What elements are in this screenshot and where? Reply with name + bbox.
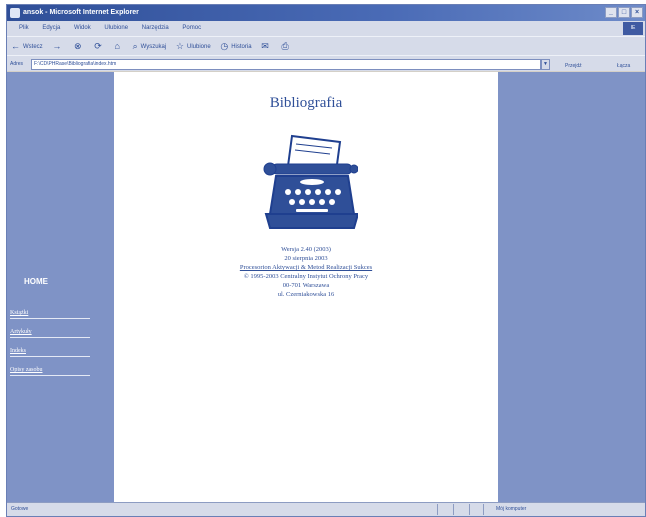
status-bar: Gotowe Mój komputer	[7, 502, 645, 516]
stop-icon: ⊗	[74, 41, 82, 51]
ie-throbber-icon: IE	[623, 22, 643, 35]
back-arrow-icon: ←	[11, 41, 20, 51]
postal-line: 00-701 Warszawa	[282, 282, 330, 289]
menu-help[interactable]: Pomoc	[182, 25, 201, 31]
status-panel	[469, 504, 483, 515]
status-panel	[453, 504, 467, 515]
date-line: 20 sierpnia 2003	[284, 255, 328, 262]
page-content: HOME Książki Artykuły Indeks Opisy zasob…	[7, 72, 645, 502]
menu-edit[interactable]: Edycja	[42, 25, 60, 31]
right-frame	[498, 72, 645, 502]
ie-icon	[10, 8, 20, 18]
version-line: Wersja 2.40 (2003)	[281, 246, 331, 253]
maximize-button[interactable]: □	[618, 7, 630, 18]
browser-window: ansok - Microsoft Internet Explorer _ □ …	[6, 4, 646, 517]
standard-toolbar: ← Wstecz → ⊗ ⟳ ⌂ ⌕ Wyszukaj ☆ Ulubione ◷ His…	[7, 36, 645, 55]
version-info: Wersja 2.40 (2003) 20 sierpnia 2003 Proc…	[114, 245, 498, 299]
menu-file[interactable]: Plik	[19, 25, 29, 31]
address-input[interactable]: F:\CD\PHRase\Bibliografia\index.htm	[31, 59, 541, 70]
minimize-button[interactable]: _	[605, 7, 617, 18]
forward-arrow-icon: →	[52, 41, 62, 51]
status-text: Gotowe	[11, 506, 29, 512]
search-label: Wyszukaj	[140, 44, 167, 51]
print-icon: ⎙	[281, 41, 289, 51]
nav-item-articles[interactable]: Artykuły	[10, 329, 90, 338]
title-bar: ansok - Microsoft Internet Explorer _ □ …	[7, 5, 645, 21]
menu-bar: Plik Edycja Widok Ulubione Narzędzia Pom…	[7, 21, 645, 36]
favorites-label: Ulubione	[186, 44, 211, 51]
main-frame: Bibliografia Wersja 2.40 (2003) 20 sierp…	[114, 72, 498, 502]
street-line: ul. Czerniakowska 16	[277, 291, 335, 298]
menu-view[interactable]: Widok	[74, 25, 91, 31]
status-zone: Mój komputer	[483, 504, 643, 515]
nav-item-index[interactable]: Indeks	[10, 348, 90, 357]
menu-tools[interactable]: Narzędzia	[142, 25, 169, 31]
copyright-line: © 1995-2003 Centralny Instytut Ochrony P…	[243, 273, 369, 280]
window-controls: _ □ ×	[605, 7, 643, 18]
refresh-icon: ⟳	[94, 41, 102, 51]
address-bar: Adres F:\CD\PHRase\Bibliografia\index.ht…	[7, 55, 645, 71]
home-icon: ⌂	[114, 41, 120, 51]
status-panel	[437, 504, 451, 515]
back-label: Wstecz	[23, 44, 43, 51]
history-icon: ◷	[220, 41, 229, 51]
nav-item-books[interactable]: Książki	[10, 310, 90, 319]
typewriter-icon	[263, 134, 358, 229]
page-title: Bibliografia	[269, 95, 343, 111]
nav-item-resources[interactable]: Opisy zasobu	[10, 367, 90, 376]
window-title: ansok - Microsoft Internet Explorer	[23, 9, 139, 16]
star-icon: ☆	[175, 41, 184, 51]
close-button[interactable]: ×	[631, 7, 643, 18]
history-label: Historia	[231, 44, 252, 51]
search-icon: ⌕	[132, 41, 138, 51]
address-label: Adres	[10, 61, 24, 67]
author-link[interactable]: Procesorion Aktywacji & Metod Realizacji…	[114, 263, 498, 272]
address-dropdown-icon[interactable]: ▼	[541, 59, 550, 70]
mail-icon: ✉	[261, 41, 269, 51]
left-nav-frame: HOME Książki Artykuły Indeks Opisy zasob…	[7, 72, 114, 502]
home-link[interactable]: HOME	[24, 277, 48, 286]
menu-favorites[interactable]: Ulubione	[104, 25, 128, 31]
nav-list: Książki Artykuły Indeks Opisy zasobu	[10, 310, 110, 386]
